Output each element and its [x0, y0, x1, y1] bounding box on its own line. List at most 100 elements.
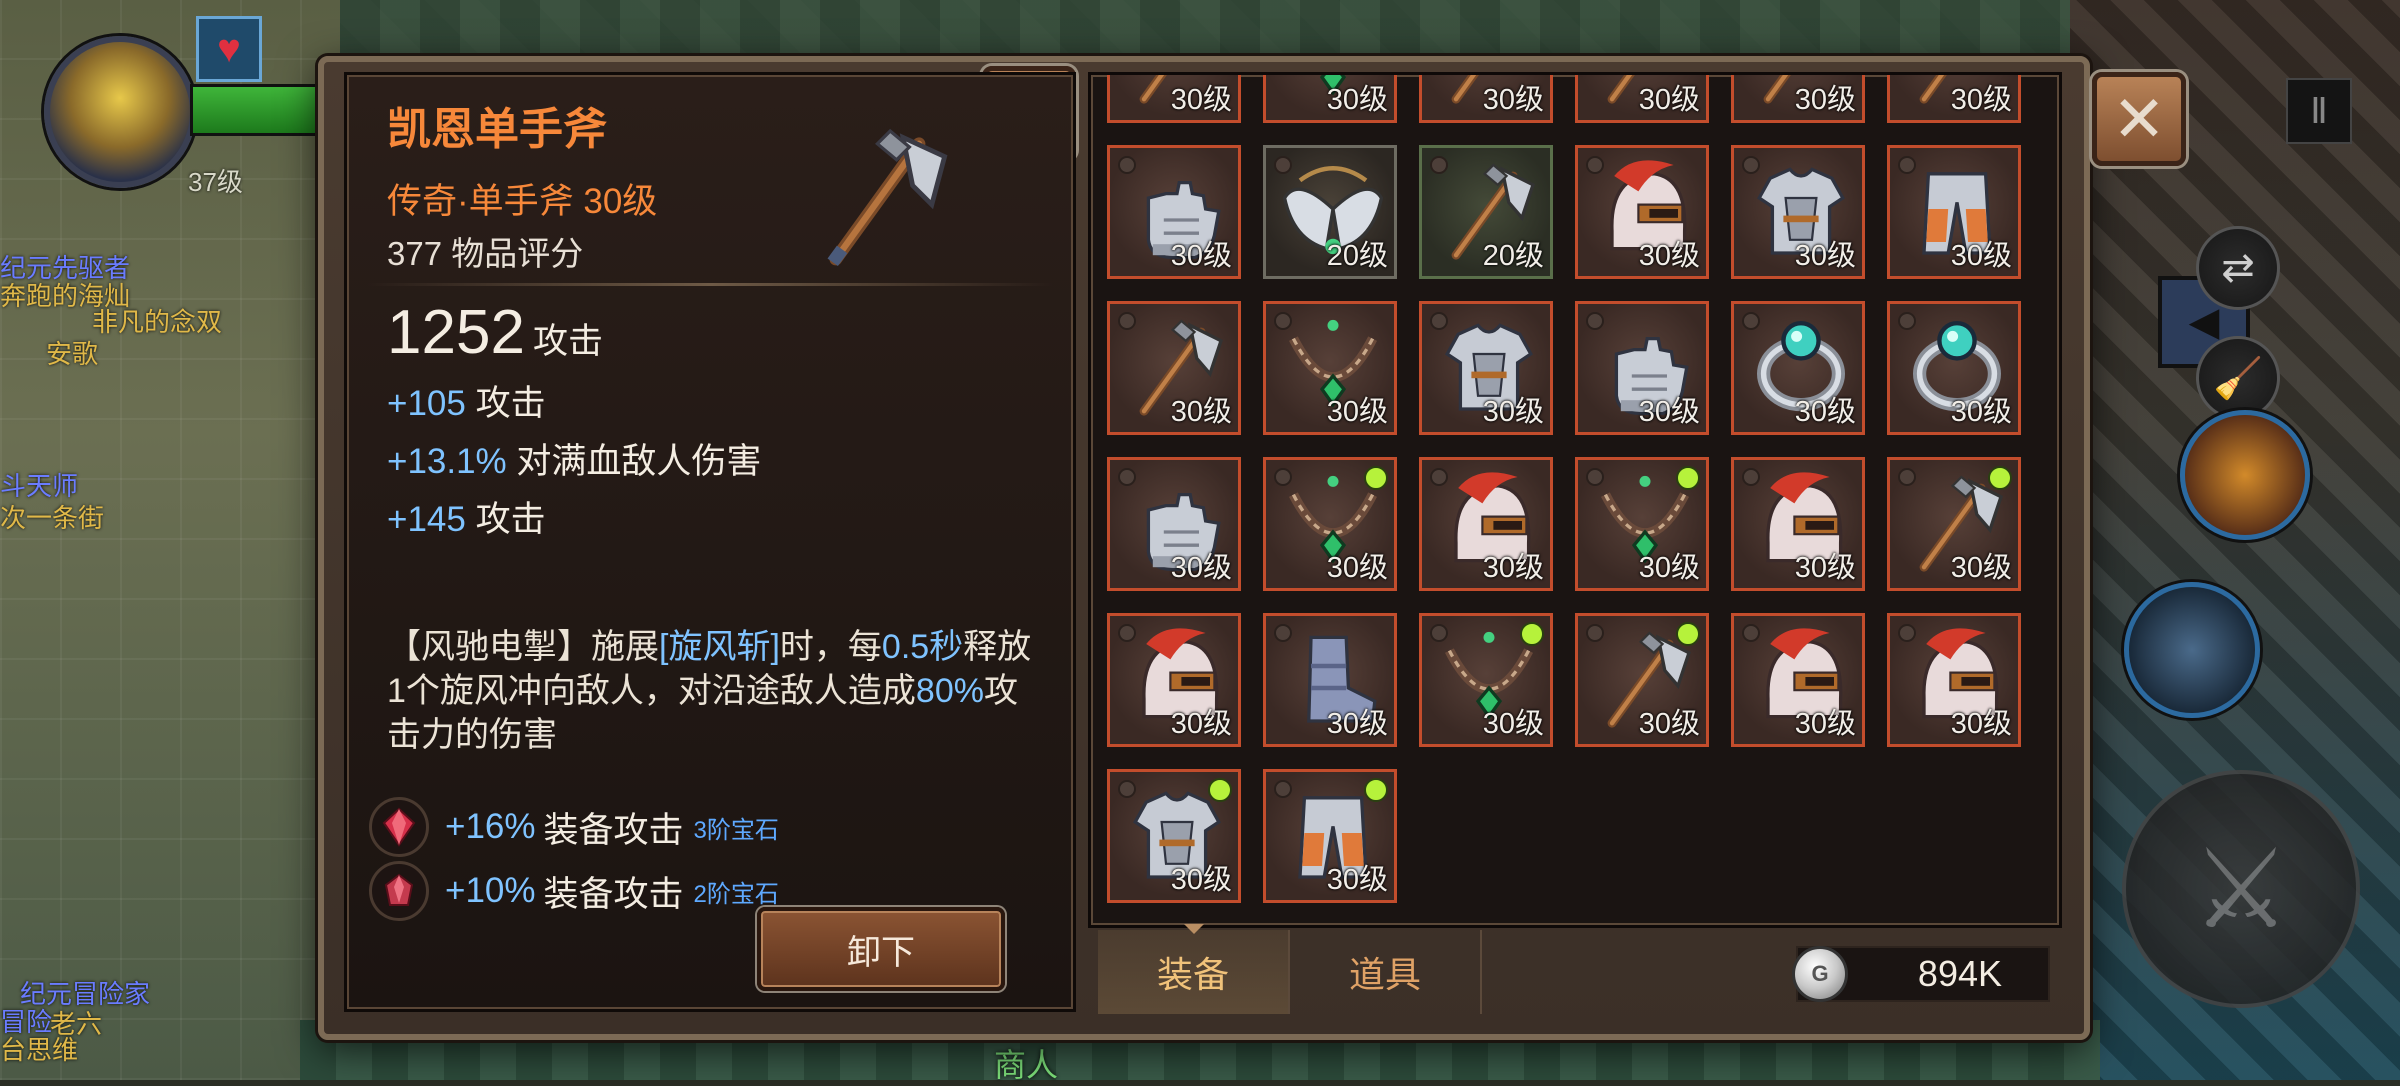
- heart-buff-icon[interactable]: ♥: [196, 16, 262, 82]
- tab-items[interactable]: 道具: [1290, 930, 1482, 1014]
- item-level: 30级: [1794, 84, 1856, 116]
- inventory-slot-axe[interactable]: 30级: [1107, 75, 1241, 123]
- pause-button[interactable]: Ⅱ: [2286, 78, 2352, 144]
- inventory-slot-helmet[interactable]: 30级: [1107, 613, 1241, 747]
- inventory-slot-helmet[interactable]: 30级: [1887, 613, 2021, 747]
- item-level: 30级: [1326, 396, 1388, 428]
- stat-value: +13.1%: [387, 442, 507, 481]
- broom-icon[interactable]: 🧹: [2196, 336, 2280, 420]
- window-close-button[interactable]: ✕: [2092, 72, 2186, 166]
- item-level: 30级: [1170, 552, 1232, 584]
- skill-description: 【风驰电掣】施展[旋风斩]时，每0.5秒释放1个旋风冲向敌人，对沿途敌人造成80…: [387, 625, 1047, 757]
- inventory-slot-helmet[interactable]: 30级: [1731, 613, 1865, 747]
- item-level: 30级: [1794, 708, 1856, 740]
- inventory-slot-axe[interactable]: 30级: [1419, 75, 1553, 123]
- item-level: 30级: [1638, 240, 1700, 272]
- item-level: 30级: [1794, 552, 1856, 584]
- inventory-slot-ring[interactable]: 30级: [1887, 301, 2021, 435]
- new-item-dot: [1520, 622, 1544, 646]
- inventory-slot-gauntlet[interactable]: 30级: [1107, 145, 1241, 279]
- item-level: 30级: [1638, 552, 1700, 584]
- player-name-label[interactable]: 非凡的念双: [92, 302, 222, 339]
- player-name-label[interactable]: 台思维: [0, 1030, 78, 1067]
- inventory-slot-ring[interactable]: 30级: [1731, 301, 1865, 435]
- npc-merchant-label[interactable]: 商人: [994, 1040, 1058, 1086]
- hp-bar: [190, 84, 326, 136]
- inventory-slot-gauntlet[interactable]: 30级: [1575, 301, 1709, 435]
- item-score: 377 物品评分: [387, 235, 584, 272]
- item-level: 30级: [1482, 84, 1544, 116]
- inventory-slot-wings[interactable]: 20级: [1263, 145, 1397, 279]
- gem-tier: 2阶宝石: [693, 880, 779, 908]
- player-level: 37级: [188, 167, 243, 197]
- inventory-slot-armor[interactable]: 30级: [1419, 301, 1553, 435]
- gem-value: +10%: [445, 871, 536, 910]
- tab-equipment[interactable]: 装备: [1098, 924, 1290, 1014]
- inventory-slot-axe[interactable]: 30级: [1107, 301, 1241, 435]
- gem-icon: [369, 797, 429, 857]
- gem-label: 装备攻击: [543, 810, 684, 850]
- gem-icon: [369, 861, 429, 921]
- item-level: 30级: [1170, 240, 1232, 272]
- detail-divider: [367, 283, 1053, 286]
- player-name-label[interactable]: 安歌: [46, 334, 98, 371]
- stat-line: +13.1% 对满血敌人伤害: [387, 433, 761, 484]
- tab-label: 道具: [1348, 954, 1421, 995]
- item-level: 30级: [1950, 240, 2012, 272]
- skill-interval: 0.5秒: [881, 628, 964, 666]
- item-rarity-type: 传奇·单手斧 30级: [387, 182, 658, 221]
- new-item-dot: [1676, 466, 1700, 490]
- main-attack: 1252 攻击: [387, 297, 603, 368]
- active-tab-indicator: [1184, 924, 1204, 934]
- inventory-slot-helmet[interactable]: 30级: [1575, 145, 1709, 279]
- inventory-slot-axe[interactable]: 30级: [1575, 613, 1709, 747]
- skill-weapon-icon[interactable]: [2124, 582, 2260, 718]
- inventory-slot-armor[interactable]: 30级: [1731, 145, 1865, 279]
- inventory-slot-boots[interactable]: 30级: [1263, 613, 1397, 747]
- new-item-dot: [1676, 622, 1700, 646]
- inventory-slot-axe[interactable]: 30级: [1887, 457, 2021, 591]
- skill-percent: 80%: [915, 672, 984, 710]
- inventory-slot-axe[interactable]: 30级: [1575, 75, 1709, 123]
- gem-label: 装备攻击: [543, 874, 684, 914]
- stat-line: +145 攻击: [387, 491, 546, 542]
- inventory-slot-necklace[interactable]: 30级: [1263, 457, 1397, 591]
- item-level: 30级: [1950, 552, 2012, 584]
- skill-helmet-icon[interactable]: [2180, 410, 2310, 540]
- swap-icon[interactable]: ⇄: [2196, 226, 2280, 310]
- item-level: 30级: [1170, 708, 1232, 740]
- item-level: 30级: [1326, 84, 1388, 116]
- attack-sword-icon[interactable]: ⚔: [2122, 770, 2360, 1008]
- item-level: 20级: [1482, 240, 1544, 272]
- gem-tier: 3阶宝石: [693, 816, 779, 844]
- currency-display: G 894K: [1792, 946, 2050, 1002]
- currency-amount: 894K: [1917, 953, 2002, 994]
- inventory-slot-necklace[interactable]: 30级: [1263, 301, 1397, 435]
- unequip-button[interactable]: 卸下: [757, 907, 1005, 991]
- inventory-slot-helmet[interactable]: 30级: [1419, 457, 1553, 591]
- skill-name: [旋风斩]: [659, 628, 780, 666]
- inventory-slot-pants[interactable]: 30级: [1887, 145, 2021, 279]
- inventory-slot-gauntlet[interactable]: 30级: [1107, 457, 1241, 591]
- close-icon: ✕: [2112, 83, 2166, 155]
- inventory-slot-axe[interactable]: 20级: [1419, 145, 1553, 279]
- item-level: 30级: [1326, 708, 1388, 740]
- player-portrait[interactable]: [44, 36, 196, 188]
- inventory-slot-necklace[interactable]: 30级: [1419, 613, 1553, 747]
- player-name-label[interactable]: 次一条街: [0, 498, 104, 535]
- inventory-slot-necklace[interactable]: 30级: [1263, 75, 1397, 123]
- inventory-slot-necklace[interactable]: 30级: [1575, 457, 1709, 591]
- inventory-slot-pants[interactable]: 30级: [1263, 769, 1397, 903]
- gem-line: +10% 装备攻击 2阶宝石: [369, 861, 779, 921]
- inventory-slot-axe[interactable]: 30级: [1731, 75, 1865, 123]
- item-level: 30级: [1482, 552, 1544, 584]
- item-level: 30级: [1950, 396, 2012, 428]
- item-level: 30级: [1326, 552, 1388, 584]
- inventory-slot-axe[interactable]: 30级: [1887, 75, 2021, 123]
- inventory-slot-helmet[interactable]: 30级: [1731, 457, 1865, 591]
- inventory-slot-armor[interactable]: 30级: [1107, 769, 1241, 903]
- main-attack-value: 1252: [387, 298, 525, 367]
- axe-icon: [827, 128, 948, 267]
- stat-value: +105: [387, 384, 466, 423]
- item-level: 20级: [1326, 240, 1388, 272]
